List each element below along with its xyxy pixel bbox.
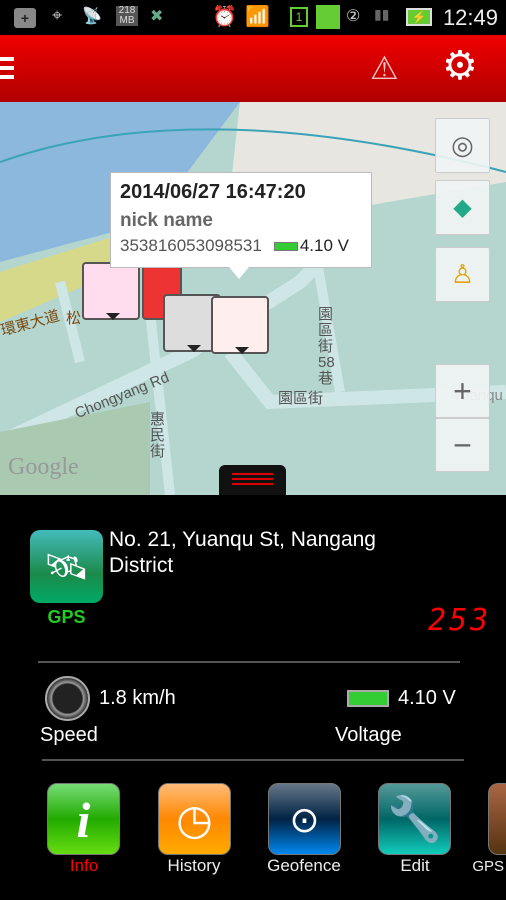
alarm-icon: ⏰ <box>212 6 237 28</box>
menu-icon[interactable] <box>0 57 14 79</box>
geofence-label: Geofence <box>267 856 341 875</box>
status-bar: + ⌖ 📡 218 MB ✖ ⏰ 📶 1 ② ▮▮ ⚡ 12:49 <box>0 0 506 35</box>
satellite-icon: 📡 <box>82 8 102 25</box>
panel-drag-handle[interactable] <box>219 465 286 495</box>
app-header: ⚠ ⚙ <box>0 35 506 102</box>
battery-icon <box>273 241 298 251</box>
battery-icon <box>347 690 389 707</box>
address-text: No. 21, Yuanqu St, Nangang District <box>109 528 376 577</box>
map-marker-elderly[interactable] <box>82 262 140 320</box>
zoom-in-button[interactable]: + <box>435 364 490 418</box>
speed-value: 1.8 km/h <box>99 687 176 709</box>
info-label: Info <box>69 856 99 875</box>
signal-icon <box>316 5 340 29</box>
speedometer-icon <box>45 676 90 721</box>
sim1-icon: 1 <box>290 7 308 27</box>
gps-locate-icon: ⌖ <box>52 5 63 25</box>
wifi-icon: 📶 <box>245 6 270 28</box>
memory-indicator: 218 MB <box>116 6 138 26</box>
heading-display: 253 <box>428 603 492 638</box>
history-button[interactable]: ◷ <box>158 783 231 855</box>
gps-label: GPS <box>47 607 86 627</box>
signal-off-icon: ▮▮ <box>374 6 390 22</box>
zoom-out-button[interactable]: − <box>435 418 490 472</box>
android-debug-icon: ✖ <box>150 8 164 25</box>
voltage-value: 4.10 V <box>398 687 456 709</box>
edit-button[interactable]: 🔧 <box>378 783 451 855</box>
info-window[interactable]: 2014/06/27 16:47:20 nick name 3538160530… <box>110 172 372 279</box>
street-view-button[interactable]: ♙ <box>435 247 490 302</box>
info-datetime: 2014/06/27 16:47:20 <box>120 181 306 203</box>
google-logo: Google <box>8 454 79 480</box>
divider <box>42 759 464 761</box>
edit-label: Edit <box>400 856 430 875</box>
map-label: 松 <box>66 310 82 327</box>
my-location-button[interactable]: ◎ <box>435 118 490 173</box>
map-view[interactable]: 環東大道 松 Chongyang Rd 惠民街 園區街58巷 園區街 Yuanq… <box>0 102 506 495</box>
history-label: History <box>167 856 221 875</box>
clock: 12:49 <box>442 5 498 30</box>
sim2-icon: ② <box>346 8 361 25</box>
add-notification-icon: + <box>14 8 36 28</box>
gps-button[interactable] <box>488 783 506 855</box>
gps-status-icon: 🛰 <box>30 530 103 603</box>
info-device-id: 353816053098531 <box>120 236 262 255</box>
settings-icon[interactable]: ⚙ <box>442 43 478 89</box>
gps-tool-label: GPS <box>472 858 504 875</box>
speed-label: Speed <box>40 724 98 746</box>
warning-icon[interactable]: ⚠ <box>370 49 399 87</box>
info-button[interactable]: i <box>47 783 120 855</box>
map-label: 園區街58巷 <box>318 306 335 387</box>
divider <box>38 661 460 663</box>
voltage-label: Voltage <box>335 724 402 746</box>
map-marker-children[interactable] <box>211 296 269 354</box>
layers-button[interactable]: ◆ <box>435 180 490 235</box>
battery-charging-icon: ⚡ <box>406 8 432 26</box>
info-voltage: 4.10 V <box>299 236 349 255</box>
info-nickname: nick name <box>120 210 213 231</box>
map-label: 惠民街 <box>150 411 166 460</box>
geofence-button[interactable]: ⊙ <box>268 783 341 855</box>
map-label: 園區街 <box>278 390 324 407</box>
